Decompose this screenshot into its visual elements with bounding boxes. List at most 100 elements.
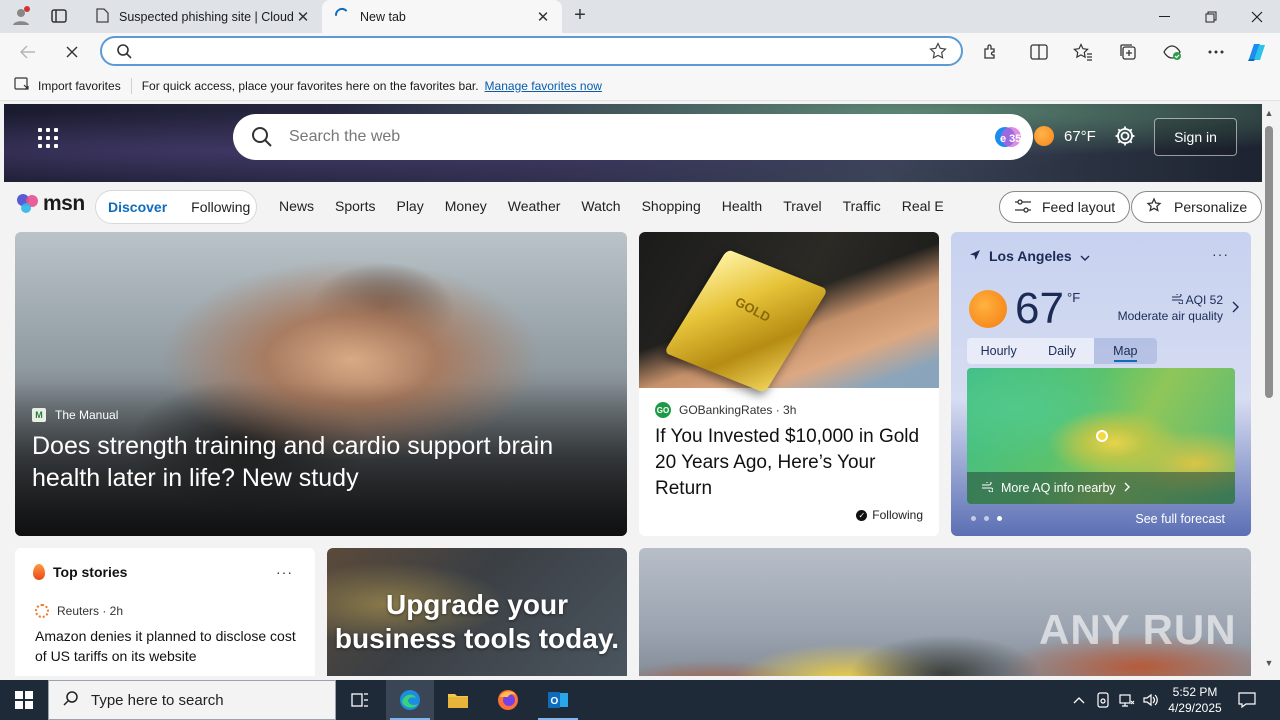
device-icon[interactable] [1092, 680, 1114, 720]
tab-daily[interactable]: Daily [1030, 338, 1093, 364]
tab-phishing[interactable]: Suspected phishing site | Cloudfl ✕ [84, 0, 322, 33]
tab-hourly[interactable]: Hourly [967, 338, 1030, 364]
favorites-bar: Import favorites For quick access, place… [0, 71, 1280, 101]
page-scrollbar[interactable]: ▲ ▼ [1262, 104, 1276, 676]
restore-button[interactable] [1188, 0, 1234, 33]
system-clock[interactable]: 5:52 PM 4/29/2025 [1160, 684, 1230, 716]
sign-in-button[interactable]: Sign in [1154, 118, 1237, 156]
scroll-thumb[interactable] [1265, 126, 1273, 398]
clock-date: 4/29/2025 [1168, 701, 1222, 715]
more-aq-link[interactable]: More AQ info nearby [967, 472, 1235, 504]
more-aq-label: More AQ info nearby [1001, 481, 1116, 495]
address-bar[interactable] [100, 36, 963, 66]
tab-map[interactable]: Map [1093, 338, 1157, 364]
category-watch[interactable]: Watch [581, 198, 620, 214]
favorites-message: For quick access, place your favorites h… [141, 78, 479, 93]
chevron-right-icon[interactable] [1232, 300, 1239, 316]
hero-story-card[interactable]: M The Manual Does strength training and … [15, 232, 627, 536]
gold-story-card[interactable]: GOLD GO GOBankingRates · 3h If You Inves… [639, 232, 939, 536]
more-options-icon[interactable]: ··· [276, 564, 293, 580]
search-icon [251, 126, 273, 151]
story-headline[interactable]: Does strength training and cardio suppor… [32, 430, 592, 494]
category-play[interactable]: Play [396, 198, 423, 214]
settings-more-icon[interactable] [1202, 39, 1230, 65]
top-stories-card[interactable]: Top stories ··· Reuters · 2h Amazon deni… [15, 548, 315, 676]
category-money[interactable]: Money [445, 198, 487, 214]
task-view-icon[interactable] [336, 680, 384, 720]
tab-new-tab[interactable]: New tab ✕ [322, 0, 562, 33]
aqi-info[interactable]: AQI 52 Moderate air quality [1118, 292, 1223, 324]
web-search-box[interactable]: e 35 [233, 114, 1033, 160]
browser-essentials-icon[interactable] [1158, 39, 1186, 65]
minimize-button[interactable] [1142, 0, 1188, 33]
copilot-icon[interactable] [1243, 39, 1271, 65]
category-traffic[interactable]: Traffic [843, 198, 881, 214]
category-news[interactable]: News [279, 198, 314, 214]
title-bar: Suspected phishing site | Cloudfl ✕ New … [0, 0, 1280, 33]
tab-following[interactable]: Following [179, 199, 262, 215]
aqi-icon [981, 480, 994, 495]
profile-icon[interactable] [8, 5, 34, 27]
gear-icon[interactable] [1114, 125, 1136, 150]
chevron-up-icon[interactable] [1068, 680, 1090, 720]
scroll-up-icon[interactable]: ▲ [1264, 108, 1274, 118]
category-real-estate[interactable]: Real E [902, 198, 944, 214]
new-tab-button[interactable]: + [568, 5, 592, 27]
network-icon[interactable] [1116, 680, 1138, 720]
collections-icon[interactable] [1114, 39, 1142, 65]
personalize-button[interactable]: Personalize [1131, 191, 1262, 223]
copilot-icon[interactable]: e 35 [994, 124, 1022, 150]
outlook-icon[interactable]: O [534, 680, 582, 720]
weather-location[interactable]: Los Angeles [969, 248, 1090, 264]
story-headline[interactable]: Amazon denies it planned to disclose cos… [35, 626, 297, 666]
import-favorites-button[interactable]: Import favorites [14, 77, 121, 94]
top-stories-header: Top stories [33, 564, 127, 580]
category-sports[interactable]: Sports [335, 198, 375, 214]
tab-discover[interactable]: Discover [96, 199, 179, 215]
scroll-down-icon[interactable]: ▼ [1264, 658, 1274, 668]
food-story-card[interactable]: ANY RUN [639, 548, 1251, 676]
stop-loading-button[interactable] [58, 39, 86, 65]
hero-weather[interactable]: 67°F [1034, 126, 1096, 146]
divider [130, 77, 132, 94]
weather-card[interactable]: Los Angeles ··· 67 °F AQI 52 Moderate ai… [951, 232, 1251, 536]
edge-taskbar-icon[interactable] [386, 680, 434, 720]
favorites-icon[interactable] [1069, 39, 1097, 65]
see-full-forecast-link[interactable]: See full forecast [1135, 512, 1225, 526]
notifications-icon[interactable] [1234, 680, 1260, 720]
story-headline[interactable]: If You Invested $10,000 in Gold 20 Years… [655, 424, 925, 502]
file-explorer-icon[interactable] [434, 680, 482, 720]
more-options-icon[interactable]: ··· [1212, 246, 1229, 262]
split-screen-icon[interactable] [1025, 39, 1053, 65]
address-input[interactable] [138, 42, 918, 62]
feed-layout-button[interactable]: Feed layout [999, 191, 1131, 223]
category-weather[interactable]: Weather [508, 198, 561, 214]
taskbar-search[interactable]: Type here to search [48, 680, 336, 720]
tab-actions-icon[interactable] [46, 5, 72, 27]
firefox-icon[interactable] [484, 680, 532, 720]
start-button[interactable] [0, 680, 48, 720]
close-window-button[interactable] [1234, 0, 1280, 33]
following-badge[interactable]: ✓ Following [856, 508, 923, 522]
web-search-input[interactable] [289, 127, 929, 147]
category-shopping[interactable]: Shopping [642, 198, 701, 214]
back-button[interactable] [14, 39, 42, 65]
manage-favorites-link[interactable]: Manage favorites now [485, 79, 602, 93]
extensions-icon[interactable] [977, 39, 1005, 65]
source-logo-icon: M [32, 408, 46, 422]
ad-card[interactable]: Upgrade your business tools today. [327, 548, 627, 676]
volume-icon[interactable] [1140, 680, 1162, 720]
close-tab-icon[interactable]: ✕ [534, 8, 552, 26]
category-travel[interactable]: Travel [783, 198, 821, 214]
top-stories-title: Top stories [53, 564, 128, 580]
msn-logo-text: msn [43, 192, 85, 215]
ad-text: Upgrade your business tools today. [334, 589, 620, 654]
air-quality-map[interactable]: More AQ info nearby [967, 368, 1235, 504]
carousel-dots[interactable] [971, 516, 1002, 521]
msn-logo[interactable]: msn [16, 192, 85, 216]
hero-banner: e 35 67°F Sign in [4, 104, 1262, 182]
app-launcher-icon[interactable] [38, 128, 58, 148]
close-tab-icon[interactable]: ✕ [294, 8, 312, 26]
favorite-star-icon[interactable] [929, 42, 947, 63]
category-health[interactable]: Health [722, 198, 762, 214]
